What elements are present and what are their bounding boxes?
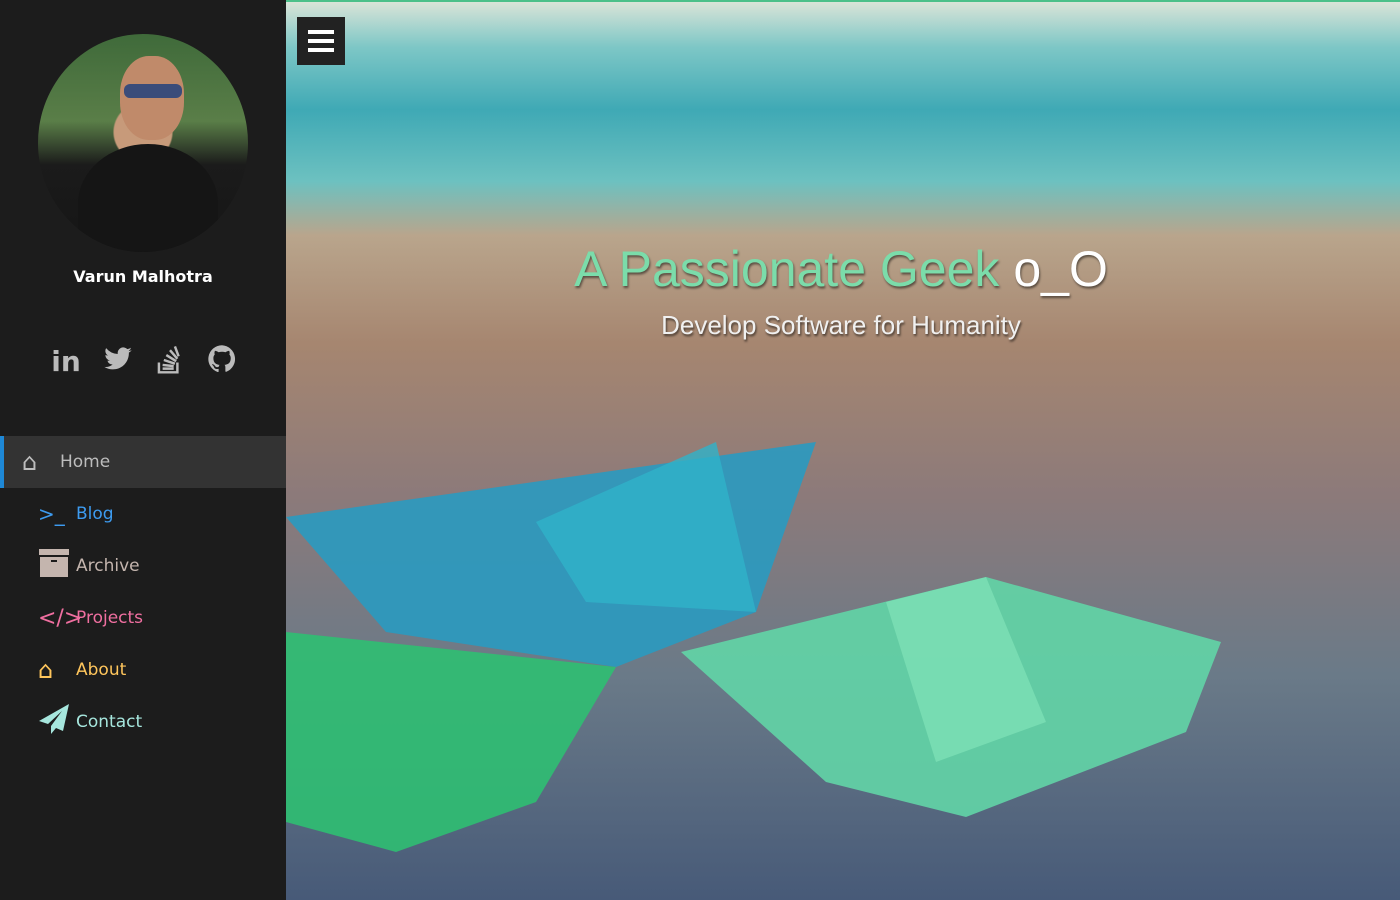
hero-section: A Passionate Geek o_O Develop Software f…	[286, 0, 1400, 900]
nav-label: Contact	[76, 712, 143, 732]
social-links: in	[50, 344, 238, 380]
home-icon: ⌂	[22, 448, 38, 476]
nav-label: About	[76, 660, 127, 680]
nav-label: Projects	[76, 608, 144, 628]
nav-label: Blog	[76, 504, 114, 524]
menu-toggle-button[interactable]	[297, 17, 345, 65]
hero-title-suffix: o_O	[1013, 241, 1108, 297]
home-icon: ⌂	[38, 656, 54, 684]
nav-item-projects[interactable]: </> Projects	[0, 592, 286, 644]
hero-text: A Passionate Geek o_O Develop Software f…	[286, 240, 1396, 341]
sidebar: Varun Malhotra in ⌂ Home >_ Blog Archive <…	[0, 0, 286, 900]
profile-name: Varun Malhotra	[73, 267, 213, 286]
github-icon[interactable]	[206, 344, 238, 380]
paper-plane-icon	[38, 703, 72, 741]
nav-item-home[interactable]: ⌂ Home	[0, 436, 286, 488]
nav-item-about[interactable]: ⌂ About	[0, 644, 286, 696]
nav-item-blog[interactable]: >_ Blog	[0, 488, 286, 540]
avatar	[38, 34, 248, 252]
terminal-icon: >_	[38, 502, 65, 526]
nav-label: Archive	[76, 556, 140, 576]
hero-title: A Passionate Geek o_O	[286, 240, 1396, 298]
paper-boats-image	[286, 442, 1221, 852]
main-nav: ⌂ Home >_ Blog Archive </> Projects ⌂ About …	[0, 436, 286, 748]
nav-item-contact[interactable]: Contact	[0, 696, 286, 748]
hero-title-text: A Passionate Geek	[574, 241, 1000, 297]
stackoverflow-icon[interactable]	[154, 344, 186, 380]
nav-label: Home	[60, 452, 111, 472]
twitter-icon[interactable]	[102, 344, 134, 380]
linkedin-icon[interactable]: in	[50, 344, 82, 380]
nav-item-archive[interactable]: Archive	[0, 540, 286, 592]
code-icon: </>	[38, 605, 83, 631]
archive-icon	[38, 548, 72, 584]
hero-subtitle: Develop Software for Humanity	[661, 310, 1021, 340]
